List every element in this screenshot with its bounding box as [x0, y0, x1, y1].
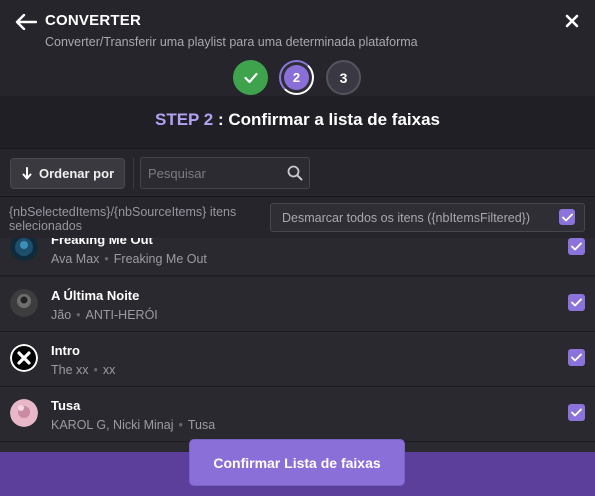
track-album: xx: [102, 363, 116, 377]
check-icon: [561, 213, 573, 221]
search-icon[interactable]: [287, 165, 303, 181]
toolbar-divider: [133, 158, 134, 189]
arrow-down-icon: [22, 167, 32, 180]
track-album: ANTI-HERÓI: [85, 308, 158, 322]
track-row[interactable]: Tusa KAROL G, Nicki Minaj • Tusa: [0, 387, 595, 442]
track-meta: Ava Max • Freaking Me Out: [51, 252, 207, 266]
track-album: Tusa: [187, 418, 216, 432]
close-icon: [565, 14, 579, 28]
track-checkbox[interactable]: [568, 404, 585, 421]
track-artist: Jão: [51, 308, 72, 322]
back-button[interactable]: [14, 11, 38, 33]
check-icon: [571, 242, 582, 251]
step-heading: STEP 2 : Confirmar a lista de faixas: [0, 110, 595, 130]
deselect-all-button[interactable]: Desmarcar todos os itens ({nbItemsFilter…: [270, 203, 585, 232]
step-3-pending: 3: [326, 60, 361, 95]
selection-bar: {nbSelectedItems}/{nbSourceItems} itens …: [0, 196, 595, 238]
toolbar: Ordenar por: [0, 148, 595, 196]
confirm-track-list-button[interactable]: Confirmar Lista de faixas: [190, 440, 404, 485]
step-heading-text: Confirmar a lista de faixas: [228, 110, 441, 129]
track-meta: Jão • ANTI-HERÓI: [51, 308, 158, 322]
track-name: Freaking Me Out: [51, 238, 153, 247]
dialog-subtitle: Converter/Transferir uma playlist para u…: [45, 35, 418, 49]
step-heading-label: STEP 2: [154, 110, 214, 129]
check-icon: [571, 298, 582, 307]
selection-count: {nbSelectedItems}/{nbSourceItems} itens …: [9, 205, 237, 233]
album-art: [10, 399, 38, 427]
search-input[interactable]: [141, 158, 281, 188]
track-name: Intro: [51, 343, 80, 358]
track-artist: KAROL G, Nicki Minaj: [51, 418, 174, 432]
track-name: A Última Noite: [51, 288, 140, 303]
track-row[interactable]: A Última Noite Jão • ANTI-HERÓI: [0, 277, 595, 332]
deselect-all-label: Desmarcar todos os itens ({nbItemsFilter…: [282, 210, 531, 225]
stepper: 2 3: [0, 60, 595, 96]
arrow-left-icon: [15, 14, 37, 30]
check-icon: [571, 408, 582, 417]
track-artist: The xx: [51, 363, 89, 377]
track-album: Freaking Me Out: [113, 252, 207, 266]
track-checkbox[interactable]: [568, 294, 585, 311]
close-button[interactable]: [563, 12, 581, 30]
step-heading-separator: :: [213, 110, 229, 129]
search-box: [140, 157, 310, 189]
sort-button-label: Ordenar por: [39, 166, 115, 181]
track-checkbox[interactable]: [568, 349, 585, 366]
track-list: Freaking Me Out Ava Max • Freaking Me Out …: [0, 238, 595, 452]
album-art: [10, 238, 38, 261]
deselect-all-checkbox[interactable]: [559, 209, 575, 225]
step-2-active: 2: [279, 60, 314, 95]
album-art: [10, 344, 38, 372]
step-2-label: 2: [284, 65, 309, 90]
track-name: Tusa: [51, 398, 81, 413]
track-artist: Ava Max: [51, 252, 100, 266]
album-art: [10, 289, 38, 317]
dialog-title: CONVERTER: [45, 12, 141, 29]
track-meta: The xx • xx: [51, 363, 116, 377]
track-checkbox[interactable]: [568, 238, 585, 255]
check-icon: [571, 353, 582, 362]
check-icon: [243, 72, 258, 83]
track-row[interactable]: Intro The xx • xx: [0, 332, 595, 387]
sort-button[interactable]: Ordenar por: [10, 158, 125, 189]
track-meta: KAROL G, Nicki Minaj • Tusa: [51, 418, 216, 432]
track-row[interactable]: Freaking Me Out Ava Max • Freaking Me Out: [0, 238, 595, 276]
step-1-done: [233, 60, 268, 95]
